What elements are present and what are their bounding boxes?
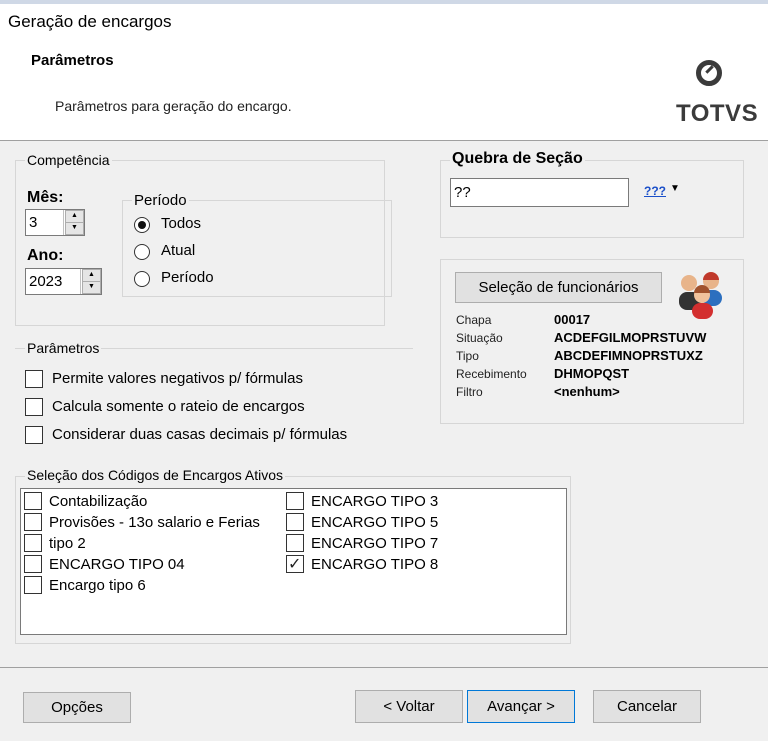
permite-negativos-checkbox[interactable] (25, 370, 43, 388)
encargo-item-checkbox[interactable] (24, 534, 42, 552)
periodo-atual-label[interactable]: Atual (161, 242, 195, 259)
situacao-value: ACDEFGILMOPRSTUVW (554, 330, 707, 345)
totvs-logo-icon (696, 60, 722, 86)
chapa-label: Chapa (456, 313, 492, 327)
mes-down-icon[interactable]: ▼ (65, 222, 84, 235)
voltar-button[interactable]: < Voltar (355, 690, 463, 723)
quebra-value[interactable]: ?? (454, 184, 471, 201)
cancelar-button[interactable]: Cancelar (593, 690, 701, 723)
calcula-rateio-label[interactable]: Calcula somente o rateio de encargos (52, 398, 305, 415)
filtro-label: Filtro (456, 385, 483, 399)
ano-spin-buttons: ▲ ▼ (80, 269, 101, 294)
encargo-item-checkbox[interactable] (286, 534, 304, 552)
ano-value[interactable]: 2023 (29, 273, 62, 290)
opcoes-button[interactable]: Opções (23, 692, 131, 723)
recebimento-value: DHMOPQST (554, 366, 630, 381)
mes-label: Mês: (27, 189, 64, 206)
wizard-header (0, 44, 768, 141)
quebra-lookup-button[interactable]: ??? ▼ (642, 183, 682, 201)
encargo-item-label[interactable]: ENCARGO TIPO 04 (49, 556, 185, 573)
filtro-value: <nenhum> (554, 384, 620, 399)
recebimento-label: Recebimento (456, 367, 527, 381)
tipo-value: ABCDEFIMNOPRSTUXZ (554, 348, 703, 363)
tipo-label: Tipo (456, 349, 479, 363)
periodo-periodo-label[interactable]: Período (161, 269, 214, 286)
mes-spinner[interactable]: 3 ▲ ▼ (25, 209, 85, 236)
encargo-item-label[interactable]: Encargo tipo 6 (49, 577, 146, 594)
encargo-item-checkbox[interactable] (24, 555, 42, 573)
ano-label: Ano: (27, 247, 64, 264)
page-description: Parâmetros para geração do encargo. (55, 98, 292, 114)
duas-casas-checkbox[interactable] (25, 426, 43, 444)
dropdown-arrow-icon: ▼ (670, 183, 680, 194)
title-bar: Geração de encargos (0, 0, 768, 44)
encargo-item-checkbox[interactable] (24, 492, 42, 510)
page-title: Parâmetros (31, 52, 114, 69)
duas-casas-label[interactable]: Considerar duas casas decimais p/ fórmul… (52, 426, 347, 443)
chapa-value: 00017 (554, 312, 591, 327)
periodo-legend: Período (132, 192, 189, 209)
users-group-icon (679, 272, 722, 319)
quebra-input[interactable]: ?? (450, 178, 629, 207)
selecao-funcionarios-button[interactable]: Seleção de funcionários (455, 272, 662, 303)
encargo-item-label[interactable]: Contabilização (49, 493, 147, 510)
situacao-label: Situação (456, 331, 503, 345)
encargo-item-label[interactable]: ENCARGO TIPO 5 (311, 514, 438, 531)
mes-value[interactable]: 3 (29, 214, 37, 231)
lookup-icon: ??? (644, 184, 666, 198)
encargo-item-label[interactable]: ENCARGO TIPO 8 (311, 556, 438, 573)
periodo-todos-label[interactable]: Todos (161, 215, 201, 232)
encargo-item-label[interactable]: Provisões - 13o salario e Ferias (49, 514, 260, 531)
permite-negativos-label[interactable]: Permite valores negativos p/ fórmulas (52, 370, 303, 387)
mes-spin-buttons: ▲ ▼ (63, 210, 84, 235)
competencia-legend: Competência (25, 152, 112, 168)
avancar-button[interactable]: Avançar > (467, 690, 575, 723)
parametros-legend: Parâmetros (25, 340, 102, 356)
periodo-atual-radio[interactable] (134, 244, 150, 260)
ano-down-icon[interactable]: ▼ (82, 281, 101, 294)
encargo-item-checkbox-checked[interactable] (286, 554, 304, 574)
footer-separator (0, 667, 768, 668)
periodo-periodo-radio[interactable] (134, 271, 150, 287)
encargo-item-checkbox[interactable] (24, 576, 42, 594)
encargos-legend: Seleção dos Códigos de Encargos Ativos (25, 467, 286, 483)
encargo-item-checkbox[interactable] (24, 513, 42, 531)
window-title: Geração de encargos (8, 12, 172, 31)
encargo-item-label[interactable]: tipo 2 (49, 535, 86, 552)
quebra-legend: Quebra de Seção (450, 150, 585, 168)
encargo-item-checkbox[interactable] (286, 513, 304, 531)
totvs-logo-text: TOTVS (676, 100, 759, 127)
ano-spinner[interactable]: 2023 ▲ ▼ (25, 268, 102, 295)
calcula-rateio-checkbox[interactable] (25, 398, 43, 416)
encargo-item-label[interactable]: ENCARGO TIPO 3 (311, 493, 438, 510)
window-top-strip (0, 0, 768, 4)
encargo-item-checkbox[interactable] (286, 492, 304, 510)
encargo-item-label[interactable]: ENCARGO TIPO 7 (311, 535, 438, 552)
periodo-todos-radio[interactable] (134, 217, 150, 233)
